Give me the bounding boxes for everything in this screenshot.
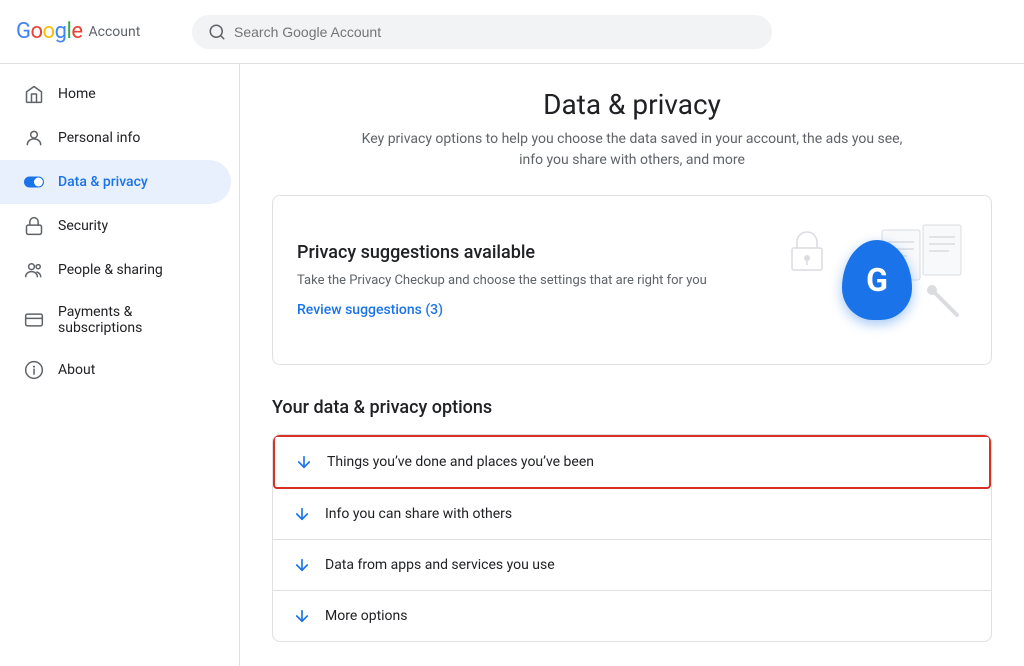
sidebar-item-security[interactable]: Security <box>0 204 231 248</box>
down-arrow-icon <box>293 505 311 523</box>
shield-g-logo: G <box>842 240 912 320</box>
option-item-data-apps-label: Data from apps and services you use <box>325 557 555 573</box>
sidebar-item-people-sharing-label: People & sharing <box>58 262 163 278</box>
options-section: Your data & privacy options Things you’v… <box>272 397 992 642</box>
review-suggestions-link[interactable]: Review suggestions (3) <box>297 302 443 318</box>
down-arrow-icon <box>293 607 311 625</box>
option-item-more-options-label: More options <box>325 608 408 624</box>
sidebar-item-home-label: Home <box>58 86 96 102</box>
person-icon <box>24 128 44 148</box>
card-icon <box>24 310 44 330</box>
main-content: Data & privacy Key privacy options to he… <box>240 64 1024 666</box>
sidebar: Home Personal info Data & privacy Sec <box>0 64 240 666</box>
option-item-info-share[interactable]: Info you can share with others <box>273 489 991 540</box>
google-wordmark: Google <box>16 19 82 44</box>
option-item-info-share-label: Info you can share with others <box>325 506 512 522</box>
account-wordmark: Account <box>88 24 140 40</box>
down-arrow-icon <box>295 453 313 471</box>
header: Google Account <box>0 0 1024 64</box>
main-layout: Home Personal info Data & privacy Sec <box>0 64 1024 666</box>
toggle-icon <box>24 172 44 192</box>
info-icon <box>24 360 44 380</box>
privacy-suggestions-card: Privacy suggestions available Take the P… <box>272 195 992 365</box>
privacy-card-description: Take the Privacy Checkup and choose the … <box>297 271 707 291</box>
sidebar-item-security-label: Security <box>58 218 108 234</box>
lock-icon <box>24 216 44 236</box>
privacy-card-text: Privacy suggestions available Take the P… <box>297 242 707 319</box>
page-title: Data & privacy <box>272 88 992 121</box>
sidebar-item-about[interactable]: About <box>0 348 231 392</box>
sidebar-item-personal-info[interactable]: Personal info <box>0 116 231 160</box>
sidebar-item-payments[interactable]: Payments & subscriptions <box>0 292 231 348</box>
sidebar-item-data-privacy-label: Data & privacy <box>58 174 148 190</box>
option-item-things-done-label: Things you’ve done and places you’ve bee… <box>327 454 594 470</box>
sidebar-item-home[interactable]: Home <box>0 72 231 116</box>
home-icon <box>24 84 44 104</box>
privacy-illustration: G <box>787 220 967 340</box>
down-arrow-icon <box>293 556 311 574</box>
sidebar-item-payments-label: Payments & subscriptions <box>58 304 207 336</box>
search-input[interactable] <box>234 24 756 40</box>
options-section-title: Your data & privacy options <box>272 397 992 418</box>
option-item-data-apps[interactable]: Data from apps and services you use <box>273 540 991 591</box>
option-item-more-options[interactable]: More options <box>273 591 991 641</box>
people-icon <box>24 260 44 280</box>
option-item-things-done[interactable]: Things you’ve done and places you’ve bee… <box>273 435 991 489</box>
sidebar-item-data-privacy[interactable]: Data & privacy <box>0 160 231 204</box>
search-icon <box>208 23 226 41</box>
sidebar-item-about-label: About <box>58 362 95 378</box>
google-account-logo[interactable]: Google Account <box>16 19 176 44</box>
sidebar-item-people-sharing[interactable]: People & sharing <box>0 248 231 292</box>
search-bar <box>192 15 772 49</box>
shield-shape: G <box>842 240 912 320</box>
page-subtitle: Key privacy options to help you choose t… <box>352 129 912 171</box>
privacy-card-title: Privacy suggestions available <box>297 242 707 263</box>
options-list: Things you’ve done and places you’ve bee… <box>272 434 992 642</box>
sidebar-item-personal-info-label: Personal info <box>58 130 140 146</box>
